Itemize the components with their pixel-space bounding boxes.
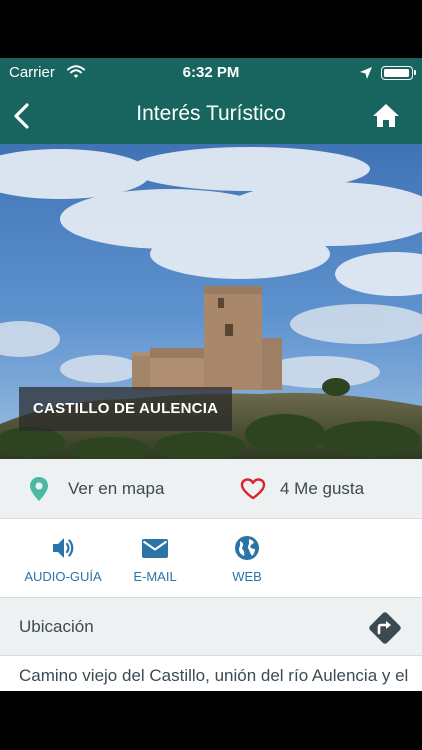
home-icon (373, 104, 399, 127)
status-bar: Carrier 6:32 PM (0, 58, 422, 88)
email-button[interactable]: E-MAIL (110, 519, 200, 598)
location-arrow-icon (359, 66, 373, 85)
view-map-label: Ver en mapa (68, 479, 165, 498)
directions-icon (369, 612, 401, 644)
actions-row: AUDIO-GUÍA E-MAIL WEB (0, 519, 422, 598)
home-button[interactable] (370, 100, 402, 132)
directions-button[interactable] (366, 609, 404, 647)
envelope-icon (142, 539, 168, 558)
place-caption: CASTILLO DE AULENCIA (19, 387, 233, 431)
battery-icon (381, 66, 416, 80)
navigation-bar: Interés Turístico (0, 88, 422, 144)
detail-panel: Ver en mapa 4 Me gusta AUDIO-GUÍA E-MAIL… (0, 459, 422, 691)
view-map-button[interactable]: Ver en mapa (28, 459, 164, 519)
heart-icon (240, 478, 266, 500)
page-title: Interés Turístico (136, 102, 286, 125)
hero-image: CASTILLO DE AULENCIA (0, 144, 422, 459)
location-header: Ubicación (0, 598, 422, 656)
audio-guide-label: AUDIO-GUÍA (24, 569, 102, 584)
email-label: E-MAIL (133, 569, 177, 584)
web-label: WEB (232, 569, 262, 584)
like-button[interactable]: 4 Me gusta (240, 459, 364, 519)
likes-count-label: 4 Me gusta (280, 479, 365, 498)
web-button[interactable]: WEB (202, 519, 292, 598)
audio-guide-button[interactable]: AUDIO-GUÍA (18, 519, 108, 598)
globe-icon (235, 536, 259, 560)
location-heading: Ubicación (19, 617, 94, 636)
info-row: Ver en mapa 4 Me gusta (0, 459, 422, 519)
bottom-letterbox (0, 691, 422, 750)
top-letterbox (0, 0, 422, 58)
speaker-icon (53, 538, 74, 558)
map-pin-icon (30, 477, 48, 501)
address-text: Camino viejo del Castillo, unión del río… (19, 666, 409, 691)
